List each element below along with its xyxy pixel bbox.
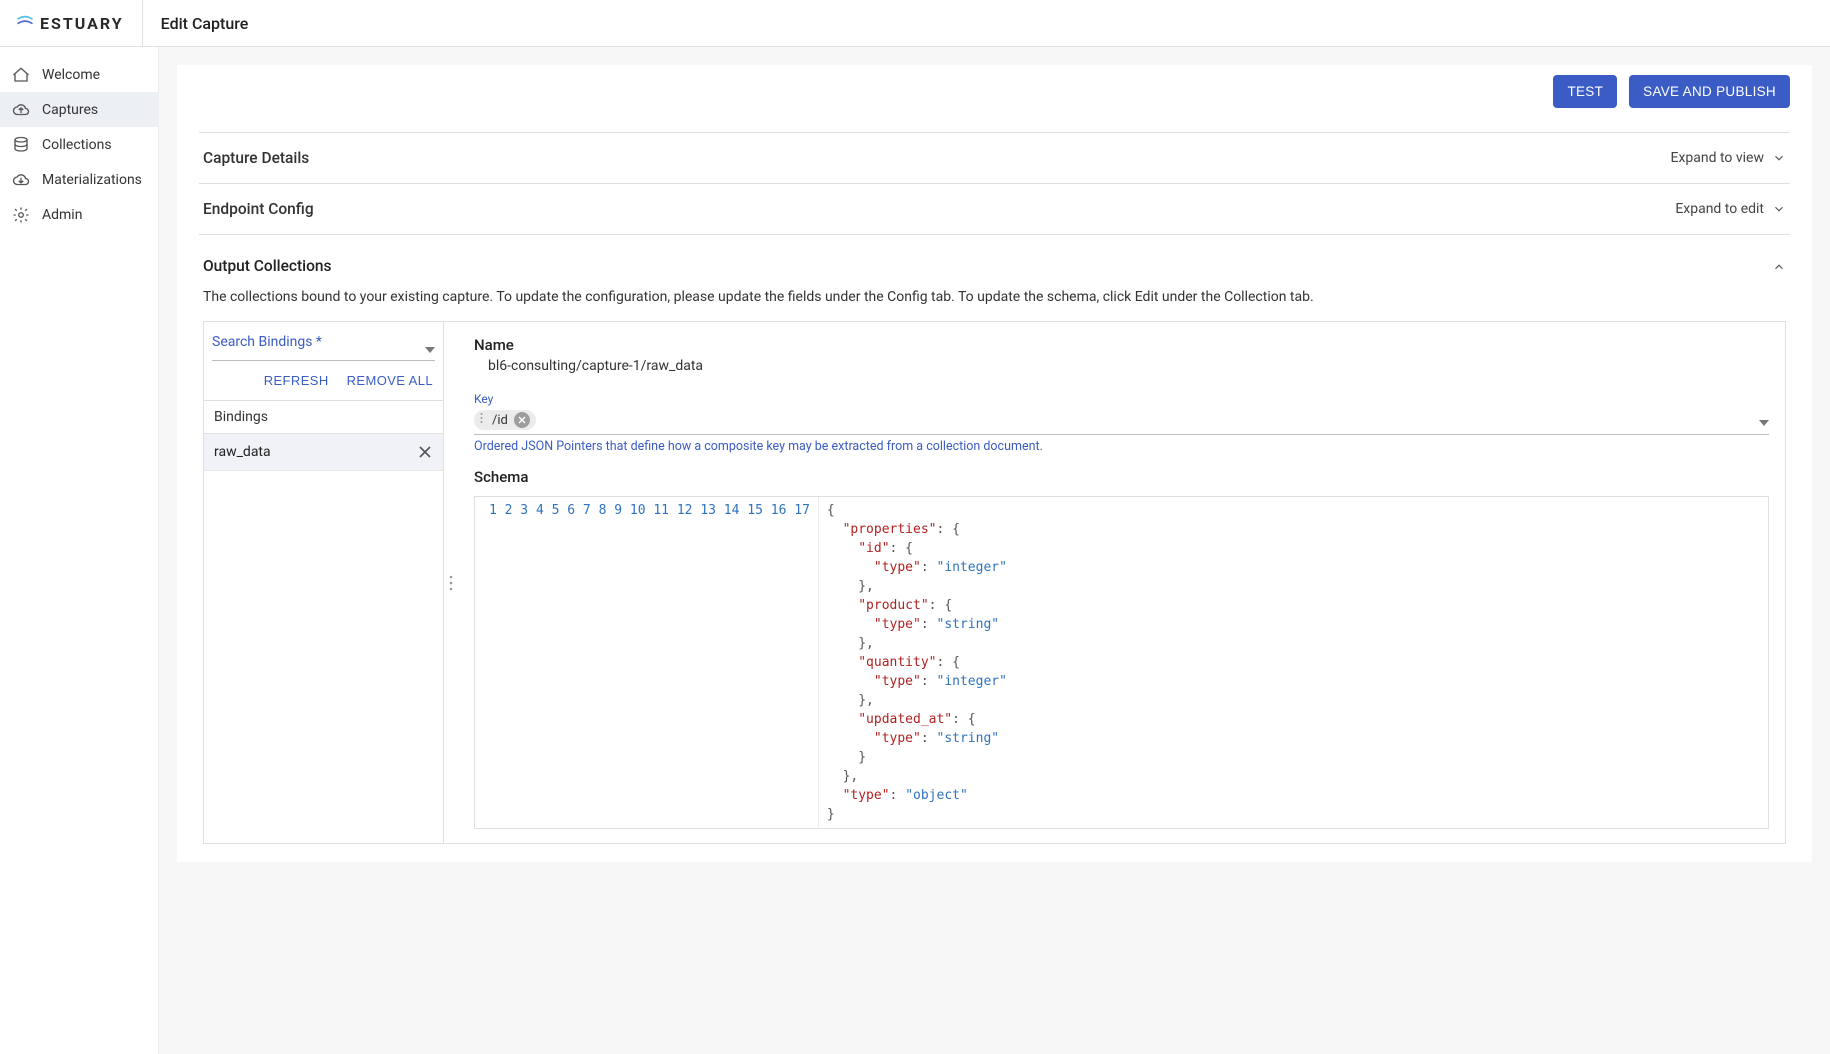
- name-label: Name: [474, 336, 1769, 354]
- cloud-download-icon: [12, 171, 30, 189]
- output-collections-body: Search Bindings * REFRESH REMOVE ALL Bin…: [203, 321, 1786, 844]
- sidebar-item-label: Collections: [42, 137, 112, 153]
- key-chip-label: /id: [492, 413, 508, 428]
- sidebar-item-materializations[interactable]: Materializations: [0, 162, 158, 197]
- bindings-panel: Search Bindings * REFRESH REMOVE ALL Bin…: [204, 322, 444, 843]
- page-title: Edit Capture: [161, 14, 249, 33]
- binding-label: raw_data: [214, 444, 271, 460]
- capture-details-title: Capture Details: [203, 149, 309, 167]
- save-publish-button[interactable]: SAVE AND PUBLISH: [1629, 75, 1790, 108]
- topbar: ESTUARY Edit Capture: [0, 0, 1830, 47]
- endpoint-config-section[interactable]: Endpoint Config Expand to edit: [199, 184, 1790, 235]
- collection-detail-panel: Name bl6-consulting/capture-1/raw_data K…: [458, 322, 1785, 843]
- test-button[interactable]: TEST: [1553, 75, 1617, 108]
- sidebar-item-label: Captures: [42, 102, 98, 118]
- schema-editor[interactable]: 1 2 3 4 5 6 7 8 9 10 11 12 13 14 15 16 1…: [474, 496, 1769, 829]
- sidebar-item-captures[interactable]: Captures: [0, 92, 158, 127]
- drag-grip-icon: [480, 412, 486, 428]
- schema-label: Schema: [474, 468, 1769, 486]
- key-input[interactable]: /id: [474, 406, 1769, 435]
- capture-details-expand[interactable]: Expand to view: [1670, 150, 1786, 166]
- capture-details-section[interactable]: Capture Details Expand to view: [199, 132, 1790, 184]
- main-content: TEST SAVE AND PUBLISH Capture Details Ex…: [159, 47, 1830, 1054]
- chevron-down-icon: [1772, 202, 1786, 216]
- name-value: bl6-consulting/capture-1/raw_data: [474, 354, 1769, 382]
- panel-resize-handle[interactable]: [444, 322, 458, 843]
- remove-chip-icon[interactable]: [514, 412, 530, 428]
- logo-icon: [16, 14, 34, 32]
- dropdown-caret-icon[interactable]: [1759, 411, 1769, 430]
- binding-row[interactable]: raw_data: [204, 434, 443, 471]
- action-toolbar: TEST SAVE AND PUBLISH: [199, 75, 1790, 108]
- gear-icon: [12, 206, 30, 224]
- database-icon: [12, 136, 30, 154]
- dropdown-caret-icon: [425, 338, 435, 357]
- remove-all-button[interactable]: REMOVE ALL: [347, 373, 433, 388]
- sidebar-item-admin[interactable]: Admin: [0, 197, 158, 232]
- endpoint-config-title: Endpoint Config: [203, 200, 314, 218]
- chevron-up-icon: [1772, 259, 1786, 273]
- output-collections-description: The collections bound to your existing c…: [199, 285, 1790, 321]
- search-bindings-input[interactable]: Search Bindings *: [212, 330, 435, 361]
- endpoint-config-expand[interactable]: Expand to edit: [1675, 201, 1786, 217]
- key-chip[interactable]: /id: [474, 410, 536, 430]
- key-label: Key: [474, 392, 1769, 406]
- sidebar-item-label: Welcome: [42, 67, 100, 83]
- logo[interactable]: ESTUARY: [16, 0, 143, 46]
- output-collections-header[interactable]: Output Collections: [199, 235, 1790, 285]
- key-help-text: Ordered JSON Pointers that define how a …: [474, 435, 1769, 454]
- sidebar-item-label: Admin: [42, 207, 82, 223]
- cloud-upload-icon: [12, 101, 30, 119]
- logo-text: ESTUARY: [40, 14, 124, 33]
- remove-binding-icon[interactable]: [417, 444, 433, 460]
- sidebar-item-collections[interactable]: Collections: [0, 127, 158, 162]
- output-collections-title: Output Collections: [203, 257, 332, 275]
- bindings-header: Bindings: [204, 401, 443, 434]
- refresh-button[interactable]: REFRESH: [264, 373, 329, 388]
- sidebar-item-welcome[interactable]: Welcome: [0, 57, 158, 92]
- sidebar: Welcome Captures Collections Materializatio…: [0, 47, 159, 1054]
- chevron-down-icon: [1772, 151, 1786, 165]
- sidebar-item-label: Materializations: [42, 172, 142, 188]
- home-icon: [12, 66, 30, 84]
